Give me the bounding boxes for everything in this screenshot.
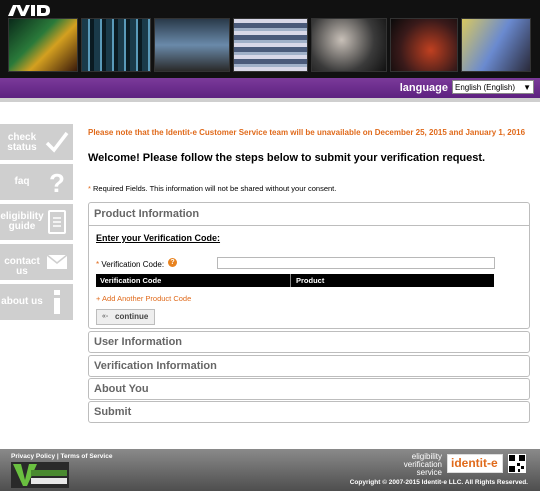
eligibility-line: service: [416, 468, 442, 477]
verification-code-label-text: Verification Code:: [101, 260, 165, 269]
required-star: *: [96, 260, 100, 269]
language-label: language: [399, 82, 448, 94]
section-submit[interactable]: Submit: [88, 401, 530, 423]
banner-image-timeline: [233, 18, 308, 72]
footer-separator: |: [56, 453, 59, 460]
codes-table-header: Verification Code Product: [96, 274, 494, 287]
section-title: User Information: [94, 336, 183, 348]
required-fields-text: Required Fields. This information will n…: [93, 184, 337, 193]
section-title: Verification Information: [94, 360, 217, 372]
sidebar-item-eligibility-guide[interactable]: eligibility guide: [0, 204, 73, 240]
envelope-icon: [46, 254, 68, 269]
avid-logo[interactable]: [8, 5, 50, 16]
terms-of-service-link[interactable]: Terms of Service: [61, 453, 113, 460]
continue-button-label: continue: [115, 312, 149, 321]
banner-image-mixer: [81, 18, 151, 72]
privacy-policy-link[interactable]: Privacy Policy: [11, 453, 55, 460]
enter-code-heading: Enter your Verification Code:: [96, 233, 221, 243]
identite-logo[interactable]: identit-e: [447, 454, 503, 473]
copyright-text: Copyright © 2007-2015 Identit-e LLC. All…: [349, 479, 528, 486]
section-about-you[interactable]: About You: [88, 378, 530, 400]
banner-image-monitor: [461, 18, 531, 72]
section-title: About You: [94, 383, 149, 395]
sidebar-item-label: contact us: [4, 256, 40, 277]
qr-code-icon: [508, 454, 526, 473]
page-title: Welcome! Please follow the steps below t…: [88, 152, 486, 164]
sidebar-item-label: status: [7, 142, 37, 153]
footer-links: Privacy Policy | Terms of Service: [11, 453, 112, 460]
banner-image-studio-person: [311, 18, 387, 72]
sidebar-item-about-us[interactable]: about us: [0, 284, 73, 320]
help-icon[interactable]: ?: [168, 258, 177, 267]
section-verification-information[interactable]: Verification Information: [88, 355, 530, 377]
banner-image-waveform: [8, 18, 78, 72]
header-banner: [0, 0, 540, 78]
add-product-code-link[interactable]: + Add Another Product Code: [96, 294, 191, 303]
document-icon: [48, 210, 66, 234]
banner-image-editor: [154, 18, 230, 72]
panel-divider: [89, 225, 529, 226]
sidebar-item-label: faq: [14, 176, 30, 187]
required-fields-note: * Required Fields. This information will…: [88, 184, 336, 193]
svg-text:?: ?: [49, 168, 65, 196]
language-select[interactable]: English (English) ▼: [452, 80, 534, 94]
info-icon: [54, 290, 60, 314]
sidebar-item-check-status[interactable]: check status: [0, 124, 73, 160]
footer: Privacy Policy | Terms of Service eligib…: [0, 449, 540, 491]
sidebar-item-label: about us: [1, 296, 43, 307]
service-notice: Please note that the Identit-e Customer …: [88, 128, 526, 137]
privacy-verified-seal[interactable]: [11, 462, 69, 488]
banner-image-console: [390, 18, 458, 72]
required-star: *: [88, 184, 91, 193]
section-user-information[interactable]: User Information: [88, 331, 530, 353]
verification-code-label: * Verification Code:: [96, 260, 164, 269]
identite-logo-text: identit-e: [451, 456, 498, 470]
checkmark-icon: [45, 131, 69, 153]
section-title: Submit: [94, 406, 132, 418]
sidebar-item-faq[interactable]: faq ?: [0, 164, 73, 200]
question-icon: ?: [49, 168, 65, 196]
column-header-verification-code: Verification Code: [100, 276, 162, 285]
language-bar: language English (English) ▼: [0, 78, 540, 98]
sidebar-item-contact-us[interactable]: contact us: [0, 244, 73, 280]
verification-code-input[interactable]: [217, 257, 495, 269]
chevron-down-icon: ▼: [523, 83, 531, 92]
column-divider: [290, 274, 291, 287]
sidebar-item-label: guide: [8, 221, 36, 232]
product-information-header[interactable]: Product Information: [94, 208, 199, 220]
eligibility-verification-service: eligibility verification service: [382, 453, 442, 477]
column-header-product: Product: [296, 276, 325, 285]
arrow-icon: «-: [102, 313, 109, 320]
header-divider: [0, 98, 540, 102]
language-select-value: English (English): [455, 83, 516, 92]
product-information-panel: Product Information Enter your Verificat…: [88, 202, 530, 329]
continue-button[interactable]: «- continue: [96, 309, 155, 325]
